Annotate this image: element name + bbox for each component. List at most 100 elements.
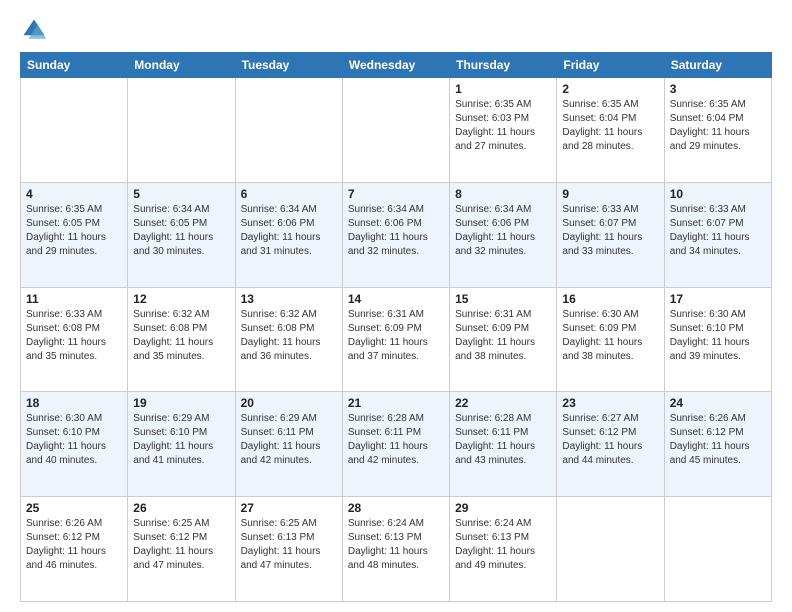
day-info: Sunrise: 6:30 AM Sunset: 6:10 PM Dayligh… [26,412,122,468]
day-number: 24 [670,396,766,410]
day-number: 28 [348,501,444,515]
day-number: 5 [133,187,229,201]
day-number: 12 [133,292,229,306]
day-info: Sunrise: 6:35 AM Sunset: 6:04 PM Dayligh… [562,98,658,154]
logo-icon [20,16,48,44]
day-number: 4 [26,187,122,201]
calendar-cell: 27 Sunrise: 6:25 AM Sunset: 6:13 PM Dayli… [235,497,342,602]
calendar-cell: 24 Sunrise: 6:26 AM Sunset: 6:12 PM Dayli… [664,392,771,497]
day-number: 2 [562,82,658,96]
day-info: Sunrise: 6:26 AM Sunset: 6:12 PM Dayligh… [670,412,766,468]
calendar-cell [664,497,771,602]
calendar-cell: 29 Sunrise: 6:24 AM Sunset: 6:13 PM Dayli… [450,497,557,602]
day-info: Sunrise: 6:26 AM Sunset: 6:12 PM Dayligh… [26,517,122,573]
day-info: Sunrise: 6:31 AM Sunset: 6:09 PM Dayligh… [455,308,551,364]
calendar-cell: 1 Sunrise: 6:35 AM Sunset: 6:03 PM Daylig… [450,78,557,183]
calendar-header-thursday: Thursday [450,53,557,78]
calendar-cell: 14Sunrise: 6:31 AM Sunset: 6:09 PM Dayli… [342,287,449,392]
calendar-cell [557,497,664,602]
logo [20,16,52,44]
day-number: 7 [348,187,444,201]
day-info: Sunrise: 6:32 AM Sunset: 6:08 PM Dayligh… [133,308,229,364]
day-info: Sunrise: 6:25 AM Sunset: 6:12 PM Dayligh… [133,517,229,573]
calendar-cell: 3 Sunrise: 6:35 AM Sunset: 6:04 PM Daylig… [664,78,771,183]
calendar-week-row: 1 Sunrise: 6:35 AM Sunset: 6:03 PM Daylig… [21,78,772,183]
day-info: Sunrise: 6:32 AM Sunset: 6:08 PM Dayligh… [241,308,337,364]
day-info: Sunrise: 6:28 AM Sunset: 6:11 PM Dayligh… [348,412,444,468]
day-number: 15 [455,292,551,306]
calendar-header-tuesday: Tuesday [235,53,342,78]
calendar-cell: 19 Sunrise: 6:29 AM Sunset: 6:10 PM Dayli… [128,392,235,497]
calendar-cell: 20 Sunrise: 6:29 AM Sunset: 6:11 PM Dayli… [235,392,342,497]
calendar-cell: 18 Sunrise: 6:30 AM Sunset: 6:10 PM Dayli… [21,392,128,497]
page: SundayMondayTuesdayWednesdayThursdayFrid… [0,0,792,612]
calendar-cell: 25 Sunrise: 6:26 AM Sunset: 6:12 PM Dayli… [21,497,128,602]
day-info: Sunrise: 6:30 AM Sunset: 6:09 PM Dayligh… [562,308,658,364]
calendar-cell: 4 Sunrise: 6:35 AM Sunset: 6:05 PM Daylig… [21,182,128,287]
day-info: Sunrise: 6:33 AM Sunset: 6:07 PM Dayligh… [562,203,658,259]
calendar-cell [235,78,342,183]
day-number: 3 [670,82,766,96]
day-info: Sunrise: 6:35 AM Sunset: 6:04 PM Dayligh… [670,98,766,154]
day-info: Sunrise: 6:25 AM Sunset: 6:13 PM Dayligh… [241,517,337,573]
day-info: Sunrise: 6:34 AM Sunset: 6:06 PM Dayligh… [455,203,551,259]
calendar-week-row: 4 Sunrise: 6:35 AM Sunset: 6:05 PM Daylig… [21,182,772,287]
day-number: 23 [562,396,658,410]
day-number: 25 [26,501,122,515]
day-info: Sunrise: 6:34 AM Sunset: 6:06 PM Dayligh… [241,203,337,259]
calendar-table: SundayMondayTuesdayWednesdayThursdayFrid… [20,52,772,602]
calendar-header-row: SundayMondayTuesdayWednesdayThursdayFrid… [21,53,772,78]
calendar-cell: 12 Sunrise: 6:32 AM Sunset: 6:08 PM Dayli… [128,287,235,392]
day-number: 22 [455,396,551,410]
day-number: 18 [26,396,122,410]
day-info: Sunrise: 6:33 AM Sunset: 6:08 PM Dayligh… [26,308,122,364]
day-info: Sunrise: 6:35 AM Sunset: 6:03 PM Dayligh… [455,98,551,154]
calendar-cell: 2 Sunrise: 6:35 AM Sunset: 6:04 PM Daylig… [557,78,664,183]
calendar-cell: 10 Sunrise: 6:33 AM Sunset: 6:07 PM Dayli… [664,182,771,287]
day-info: Sunrise: 6:34 AM Sunset: 6:05 PM Dayligh… [133,203,229,259]
calendar-cell: 26 Sunrise: 6:25 AM Sunset: 6:12 PM Dayli… [128,497,235,602]
day-number: 6 [241,187,337,201]
calendar-cell [342,78,449,183]
day-number: 20 [241,396,337,410]
day-info: Sunrise: 6:30 AM Sunset: 6:10 PM Dayligh… [670,308,766,364]
day-info: Sunrise: 6:27 AM Sunset: 6:12 PM Dayligh… [562,412,658,468]
day-info: Sunrise: 6:24 AM Sunset: 6:13 PM Dayligh… [455,517,551,573]
day-info: Sunrise: 6:33 AM Sunset: 6:07 PM Dayligh… [670,203,766,259]
calendar-cell: 5 Sunrise: 6:34 AM Sunset: 6:05 PM Daylig… [128,182,235,287]
day-number: 13 [241,292,337,306]
calendar-cell: 23 Sunrise: 6:27 AM Sunset: 6:12 PM Dayli… [557,392,664,497]
day-number: 29 [455,501,551,515]
calendar-cell: 17 Sunrise: 6:30 AM Sunset: 6:10 PM Dayli… [664,287,771,392]
calendar-header-wednesday: Wednesday [342,53,449,78]
calendar-cell: 7 Sunrise: 6:34 AM Sunset: 6:06 PM Daylig… [342,182,449,287]
day-info: Sunrise: 6:29 AM Sunset: 6:10 PM Dayligh… [133,412,229,468]
day-info: Sunrise: 6:29 AM Sunset: 6:11 PM Dayligh… [241,412,337,468]
calendar-cell: 8 Sunrise: 6:34 AM Sunset: 6:06 PM Daylig… [450,182,557,287]
calendar-cell: 11 Sunrise: 6:33 AM Sunset: 6:08 PM Dayli… [21,287,128,392]
day-number: 11 [26,292,122,306]
calendar-week-row: 18 Sunrise: 6:30 AM Sunset: 6:10 PM Dayli… [21,392,772,497]
day-number: 16 [562,292,658,306]
day-number: 27 [241,501,337,515]
calendar-header-sunday: Sunday [21,53,128,78]
calendar-week-row: 25 Sunrise: 6:26 AM Sunset: 6:12 PM Dayli… [21,497,772,602]
calendar-cell [21,78,128,183]
day-number: 21 [348,396,444,410]
day-number: 1 [455,82,551,96]
day-number: 17 [670,292,766,306]
calendar-header-saturday: Saturday [664,53,771,78]
day-number: 8 [455,187,551,201]
day-number: 26 [133,501,229,515]
day-info: Sunrise: 6:34 AM Sunset: 6:06 PM Dayligh… [348,203,444,259]
day-number: 19 [133,396,229,410]
calendar-cell: 9 Sunrise: 6:33 AM Sunset: 6:07 PM Daylig… [557,182,664,287]
calendar-cell: 15 Sunrise: 6:31 AM Sunset: 6:09 PM Dayli… [450,287,557,392]
day-number: 10 [670,187,766,201]
day-number: 14 [348,292,444,306]
calendar-cell: 21 Sunrise: 6:28 AM Sunset: 6:11 PM Dayli… [342,392,449,497]
day-info: Sunrise: 6:35 AM Sunset: 6:05 PM Dayligh… [26,203,122,259]
day-number: 9 [562,187,658,201]
calendar-week-row: 11 Sunrise: 6:33 AM Sunset: 6:08 PM Dayli… [21,287,772,392]
calendar-cell: 13 Sunrise: 6:32 AM Sunset: 6:08 PM Dayli… [235,287,342,392]
